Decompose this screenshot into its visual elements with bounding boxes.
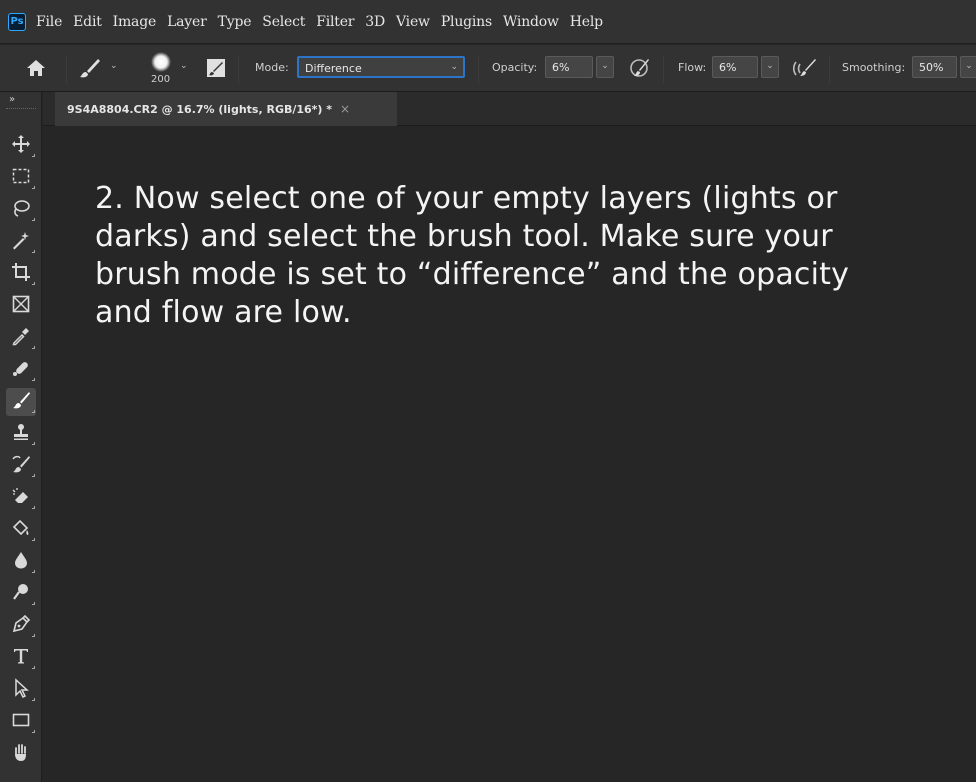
flow-dropdown-button[interactable]: ⌄ [761,56,779,78]
type-icon [11,646,31,671]
flow-label: Flow: [678,61,707,74]
mode-value: Difference [305,62,362,75]
smoothing-value: 50% [919,61,944,74]
type-tool[interactable] [6,644,36,672]
menu-layer[interactable]: Layer [167,14,207,30]
home-icon[interactable] [26,58,46,82]
panel-collapse-icon[interactable]: » [9,94,15,105]
brush-preset-chevron-icon[interactable]: ⌄ [110,61,118,71]
opacity-value: 6% [552,61,570,74]
lasso-tool[interactable] [6,196,36,224]
document-tab[interactable]: 9S4A8804.CR2 @ 16.7% (lights, RGB/16*) *… [55,92,397,126]
menu-window[interactable]: Window [503,14,559,30]
move-icon [11,134,31,159]
photoshop-logo-icon[interactable]: Ps [8,12,26,31]
stamp-icon [11,422,31,447]
photoshop-window: Ps File Edit Image Layer Type Select Fil… [0,0,976,782]
marquee-icon [11,166,31,191]
clone-stamp-tool[interactable] [6,420,36,448]
rectangle-icon [11,710,31,735]
document-tab-title: 9S4A8804.CR2 @ 16.7% (lights, RGB/16*) * [67,102,333,116]
brush-tip-chevron-icon[interactable]: ⌄ [180,61,188,71]
menu-filter[interactable]: Filter [316,14,354,30]
mode-label: Mode: [255,61,289,74]
opacity-dropdown-button[interactable]: ⌄ [596,56,614,78]
brush-settings-panel-icon[interactable] [205,57,227,83]
eyedropper-icon [11,326,31,351]
path-selection-tool[interactable] [6,676,36,704]
frame-icon [11,294,31,319]
history-brush-tool[interactable] [6,452,36,480]
eraser-tool[interactable] [6,484,36,512]
menu-type[interactable]: Type [218,14,252,30]
instruction-text: 2. Now select one of your empty layers (… [95,181,850,330]
menu-select[interactable]: Select [262,14,305,30]
drop-icon [11,550,31,575]
dodge-tool[interactable] [6,580,36,608]
brush-tool[interactable] [6,388,36,416]
marquee-tool[interactable] [6,164,36,192]
hand-tool[interactable] [6,740,36,768]
flow-value: 6% [719,61,737,74]
menu-3d[interactable]: 3D [365,14,385,30]
healing-brush-tool[interactable] [6,356,36,384]
pressure-opacity-icon[interactable] [628,56,652,84]
paint-bucket-tool[interactable] [6,516,36,544]
flow-input[interactable]: 6% [712,56,758,78]
magic-wand-icon [11,230,31,255]
document-canvas[interactable]: 2. Now select one of your empty layers (… [43,127,976,782]
pen-icon [11,614,31,639]
bandage-icon [11,358,31,383]
mode-chevron-icon: ⌄ [450,62,458,72]
smoothing-dropdown-button[interactable]: ⌄ [960,56,976,78]
hand-icon [11,742,31,767]
brush-icon [11,390,31,415]
close-icon[interactable]: × [340,102,350,116]
magic-wand-tool[interactable] [6,228,36,256]
dodge-icon [11,582,31,607]
eraser-icon [11,486,31,511]
menu-plugins[interactable]: Plugins [441,14,492,30]
document-tab-bar: 9S4A8804.CR2 @ 16.7% (lights, RGB/16*) *… [43,92,976,126]
airbrush-icon[interactable] [792,56,818,84]
menu-image[interactable]: Image [113,14,157,30]
crop-tool[interactable] [6,260,36,288]
opacity-label: Opacity: [492,61,538,74]
menu-view[interactable]: View [396,14,430,30]
opacity-input[interactable]: 6% [545,56,593,78]
history-brush-icon [11,454,31,479]
rectangle-tool[interactable] [6,708,36,736]
panel-grip[interactable] [6,108,36,111]
frame-tool[interactable] [6,292,36,320]
menu-help[interactable]: Help [570,14,603,30]
brush-preset-icon[interactable] [78,57,102,83]
lasso-icon [11,198,31,223]
arrow-cursor-icon [11,677,31,703]
paint-bucket-icon [11,518,31,543]
menu-bar: Ps File Edit Image Layer Type Select Fil… [0,0,976,44]
menu-edit[interactable]: Edit [73,14,102,30]
smoothing-input[interactable]: 50% [912,56,957,78]
crop-icon [11,262,31,287]
options-bar: ⌄ 200 ⌄ Mode: Difference ⌄ Opacity: 6% ⌄… [0,45,976,92]
menu-file[interactable]: File [36,14,62,30]
blur-tool[interactable] [6,548,36,576]
smoothing-label: Smoothing: [842,61,906,74]
tools-panel: » [0,92,42,782]
eyedropper-tool[interactable] [6,324,36,352]
brush-size-value: 200 [151,74,171,85]
move-tool[interactable] [6,132,36,160]
mode-select[interactable]: Difference ⌄ [297,56,465,78]
pen-tool[interactable] [6,612,36,640]
